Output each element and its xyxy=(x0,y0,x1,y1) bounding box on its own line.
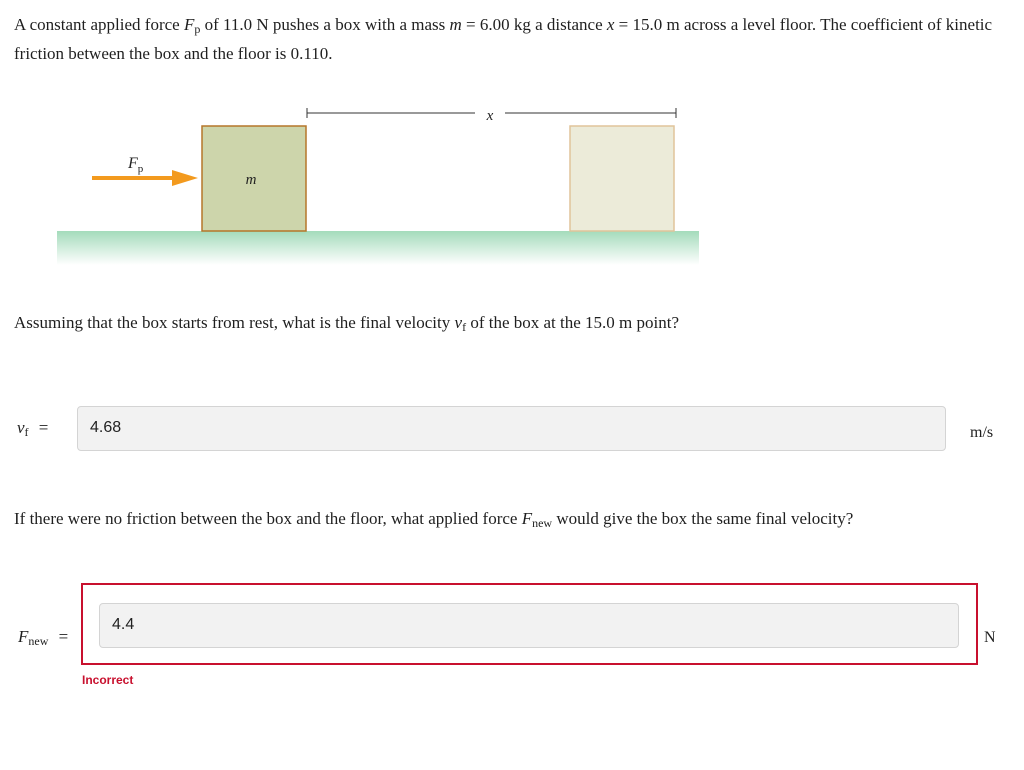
incorrect-status: Incorrect xyxy=(82,673,134,687)
force-unit: N xyxy=(984,629,996,646)
box-diagram-svg: x m Fp xyxy=(57,108,699,265)
velocity-answer-label: vf = xyxy=(17,418,49,439)
force-arrow-head xyxy=(172,170,198,186)
force-label: Fp xyxy=(127,155,144,175)
box-diagram: x m Fp xyxy=(0,95,720,275)
question-2-text: If there were no friction between the bo… xyxy=(14,509,854,530)
question-1-text: Assuming that the box starts from rest, … xyxy=(14,313,679,334)
velocity-symbol: v xyxy=(454,313,463,332)
force-answer-input[interactable]: 4.4 xyxy=(99,603,959,648)
problem-statement: A constant applied force Fp of 11.0 N pu… xyxy=(14,15,993,63)
force-answer-label: Fnew = xyxy=(18,627,69,648)
velocity-unit: m/s xyxy=(970,424,994,441)
distance-label: x xyxy=(486,108,494,124)
box-end xyxy=(569,125,675,232)
new-force-symbol: F xyxy=(521,509,533,528)
mass-symbol: m xyxy=(449,15,462,34)
mass-label: m xyxy=(246,172,257,188)
velocity-answer-input[interactable]: 4.68 xyxy=(77,406,946,451)
floor xyxy=(57,231,699,265)
force-symbol: F xyxy=(183,15,195,34)
